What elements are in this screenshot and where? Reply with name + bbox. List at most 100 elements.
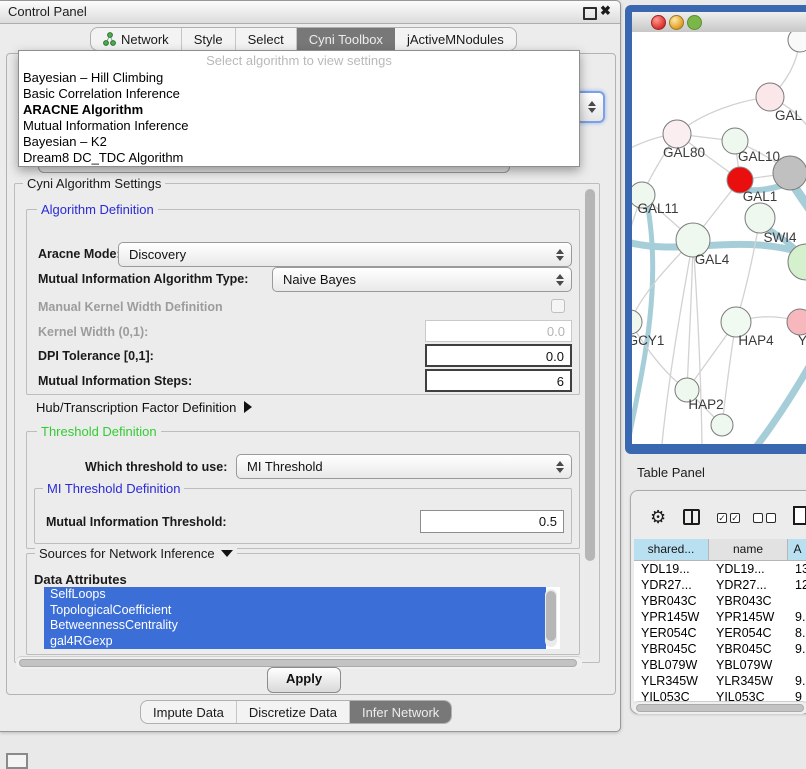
dpi-tolerance-label: DPI Tolerance [0,1]: xyxy=(38,349,154,363)
settings-scrollbar-thumb[interactable] xyxy=(585,189,595,561)
tab-impute-data[interactable]: Impute Data xyxy=(141,701,237,723)
table-row[interactable]: YPR145W YPR145W 9. xyxy=(634,609,806,625)
data-attributes-label: Data Attributes xyxy=(34,572,127,587)
mi-type-label: Mutual Information Algorithm Type: xyxy=(38,272,248,286)
stepper-icon xyxy=(588,100,597,114)
mi-type-value: Naive Bayes xyxy=(283,272,356,287)
node-swi4[interactable] xyxy=(745,203,775,233)
column-header-partial[interactable]: A xyxy=(788,539,806,560)
table-row[interactable]: YLR345W YLR345W 9. xyxy=(634,673,806,689)
network-view-window[interactable]: GAL GAL80 GAL10 GAL1 GAL11 SWI4 GAL4 GCY… xyxy=(625,5,806,454)
tab-discretize-data[interactable]: Discretize Data xyxy=(237,701,350,723)
gear-icon[interactable]: ⚙ xyxy=(650,508,666,526)
stepper-icon xyxy=(556,248,565,262)
tab-infer-network[interactable]: Infer Network xyxy=(350,701,451,723)
manual-kernel-checkbox[interactable] xyxy=(551,299,565,313)
minimize-traffic-light[interactable] xyxy=(669,15,684,30)
algorithm-list-item[interactable]: Mutual Information Inference xyxy=(19,118,579,134)
kernel-width-field[interactable]: 0.0 xyxy=(425,320,572,342)
algorithm-list-item[interactable]: Bayesian – Hill Climbing xyxy=(19,70,579,86)
mi-threshold-field[interactable]: 0.5 xyxy=(420,510,564,533)
table-header-row: shared... name A xyxy=(634,539,806,561)
hub-definition-label: Hub/Transcription Factor Definition xyxy=(36,400,236,415)
algorithm-list-item[interactable]: Dream8 DC_TDC Algorithm xyxy=(19,150,579,166)
node-label: GAL11 xyxy=(637,201,678,216)
node-label: GCY1 xyxy=(632,333,664,348)
deselect-all-columns-icon[interactable] xyxy=(753,513,776,523)
which-threshold-combobox[interactable]: MI Threshold xyxy=(236,454,572,479)
table-row[interactable]: YDR27... YDR27... 12 xyxy=(634,577,806,593)
table-horizontal-scrollbar[interactable] xyxy=(634,701,806,714)
table-hscrollbar-thumb[interactable] xyxy=(636,704,804,712)
node-label: GAL xyxy=(775,108,803,123)
hub-definition-toggle[interactable]: Hub/Transcription Factor Definition xyxy=(36,400,252,415)
which-threshold-label: Which threshold to use: xyxy=(85,460,227,474)
node-gal80[interactable] xyxy=(663,120,691,148)
network-window-titlebar[interactable] xyxy=(632,12,806,33)
mi-steps-label: Mutual Information Steps: xyxy=(38,374,192,388)
network-labels: GAL GAL80 GAL10 GAL1 GAL11 SWI4 GAL4 GCY… xyxy=(632,108,806,412)
node-partial-bottom[interactable] xyxy=(711,414,733,436)
data-attributes-list[interactable]: SelfLoops TopologicalCoefficient Between… xyxy=(44,587,560,649)
node-gcy1[interactable] xyxy=(632,310,642,334)
attributes-scrollbar-thumb[interactable] xyxy=(546,591,556,641)
algorithm-list-item[interactable]: Bayesian – K2 xyxy=(19,134,579,150)
minimized-window-icon[interactable] xyxy=(6,753,28,769)
tab-network[interactable]: Network xyxy=(91,28,182,50)
zoom-traffic-light[interactable] xyxy=(687,15,702,30)
tab-network-label: Network xyxy=(121,32,169,47)
table-row[interactable]: YBR043C YBR043C xyxy=(634,593,806,609)
column-header-name[interactable]: name xyxy=(709,539,788,560)
dpi-tolerance-field[interactable]: 0.0 xyxy=(425,344,572,367)
attributes-vertical-scrollbar[interactable] xyxy=(545,589,557,647)
mi-threshold-group-title: MI Threshold Definition xyxy=(43,481,184,496)
columns-icon[interactable] xyxy=(683,509,700,525)
table-panel-title: Table Panel xyxy=(637,465,705,480)
tab-style[interactable]: Style xyxy=(182,28,236,50)
settings-hscrollbar-thumb[interactable] xyxy=(19,659,577,667)
apply-button[interactable]: Apply xyxy=(267,667,341,693)
which-threshold-value: MI Threshold xyxy=(247,459,323,474)
select-all-columns-icon[interactable]: ✓✓ xyxy=(717,513,740,523)
expanded-arrow-icon xyxy=(221,550,233,557)
algorithm-list-item[interactable]: Basic Correlation Inference xyxy=(19,86,579,102)
tab-cyni-toolbox[interactable]: Cyni Toolbox xyxy=(297,28,395,50)
data-attribute-item[interactable]: TopologicalCoefficient xyxy=(44,603,546,619)
threshold-definition-title: Threshold Definition xyxy=(37,424,161,439)
control-panel-window: Control Panel ✖ Network Style Select Cyn… xyxy=(0,0,621,732)
node-table: shared... name A YDL19... YDL19... 13 YD… xyxy=(634,539,806,701)
node-label: GAL80 xyxy=(663,145,705,160)
data-attribute-item[interactable]: gal4RGexp xyxy=(44,634,546,650)
manual-kernel-label: Manual Kernel Width Definition xyxy=(38,300,223,314)
node-partial-top[interactable] xyxy=(788,32,806,52)
mi-threshold-label: Mutual Information Threshold: xyxy=(46,515,227,529)
kernel-width-label: Kernel Width (0,1): xyxy=(38,325,148,339)
tab-jactivemnodules[interactable]: jActiveMNodules xyxy=(395,28,516,50)
algorithm-definition-title: Algorithm Definition xyxy=(37,202,158,217)
mi-type-combobox[interactable]: Naive Bayes xyxy=(272,267,572,292)
node-gal-partial[interactable] xyxy=(756,83,784,111)
network-canvas[interactable]: GAL GAL80 GAL10 GAL1 GAL11 SWI4 GAL4 GCY… xyxy=(632,32,806,444)
aracne-mode-combobox[interactable]: Discovery xyxy=(118,242,572,267)
aracne-mode-value: Discovery xyxy=(129,247,186,262)
column-header-shared-name[interactable]: shared... xyxy=(634,539,709,560)
close-traffic-light[interactable] xyxy=(651,15,666,30)
data-attribute-item[interactable]: SelfLoops xyxy=(44,587,546,603)
screen: { "colors": { "selection": "#3b6ed6", "l… xyxy=(0,0,806,762)
table-row[interactable]: YER054C YER054C 8. xyxy=(634,625,806,641)
close-icon[interactable]: ✖ xyxy=(600,3,611,19)
algorithm-list-item[interactable]: ARACNE Algorithm xyxy=(19,102,579,118)
data-attribute-item[interactable]: BetweennessCentrality xyxy=(44,618,546,634)
settings-vertical-scrollbar[interactable] xyxy=(584,185,596,659)
control-panel-titlebar[interactable]: Control Panel ✖ xyxy=(0,1,620,24)
table-panel-window: ⚙ ✓✓ shared... name A YDL19... YDL19... … xyxy=(630,490,806,714)
table-row[interactable]: YBR045C YBR045C 9. xyxy=(634,641,806,657)
table-row[interactable]: YIL053C YIL053C 9 xyxy=(634,689,806,701)
node-y-partial[interactable] xyxy=(787,309,806,335)
new-table-icon[interactable] xyxy=(793,506,806,525)
tab-select[interactable]: Select xyxy=(236,28,297,50)
table-row[interactable]: YBL079W YBL079W xyxy=(634,657,806,673)
mi-steps-field[interactable]: 6 xyxy=(425,369,572,392)
table-row[interactable]: YDL19... YDL19... 13 xyxy=(634,561,806,577)
float-window-icon[interactable] xyxy=(583,7,597,20)
